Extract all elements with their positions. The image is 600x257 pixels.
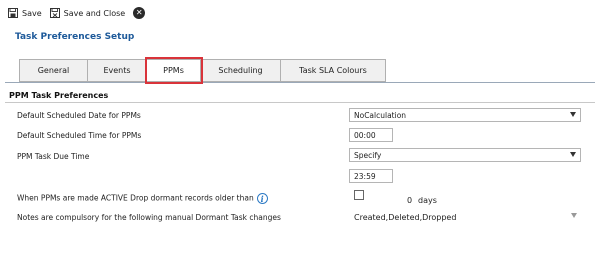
default-time-value: 00:00 xyxy=(354,130,376,140)
dormant-days-count: 0 xyxy=(407,196,413,205)
notes-value: Created,Deleted,Dropped xyxy=(354,212,457,222)
tab-task-sla-colours[interactable]: Task SLA Colours xyxy=(281,59,386,82)
dormant-checkbox[interactable] xyxy=(354,190,364,200)
save-and-close-label: Save and Close xyxy=(63,8,126,18)
default-date-value: NoCalculation xyxy=(354,110,407,120)
chevron-down-icon xyxy=(570,112,576,117)
save-button-label: Save xyxy=(22,8,42,18)
tab-bar: General Events PPMs Scheduling Task SLA … xyxy=(19,59,386,82)
default-date-select[interactable]: NoCalculation xyxy=(349,108,581,122)
default-date-label: Default Scheduled Date for PPMs xyxy=(17,111,141,120)
notes-label: Notes are compulsory for the following m… xyxy=(17,213,281,222)
save-and-close-button[interactable]: Save and Close xyxy=(49,8,126,18)
default-time-input[interactable]: 00:00 xyxy=(349,128,393,142)
page-title: Task Preferences Setup xyxy=(15,32,135,42)
save-button[interactable]: Save xyxy=(8,8,42,18)
due-time-value: Specify xyxy=(354,150,382,160)
save-close-icon xyxy=(49,8,60,18)
tab-events[interactable]: Events xyxy=(88,59,147,82)
due-time-label: PPM Task Due Time xyxy=(17,152,90,161)
tab-ppms[interactable]: PPMs xyxy=(147,59,201,82)
close-icon[interactable]: ✕ xyxy=(133,7,146,19)
tab-general[interactable]: General xyxy=(19,59,88,82)
due-time-time-input[interactable]: 23:59 xyxy=(349,169,393,183)
due-time-select[interactable]: Specify xyxy=(349,148,581,162)
chevron-down-icon xyxy=(570,152,576,157)
default-time-label: Default Scheduled Time for PPMs xyxy=(17,131,142,140)
dormant-days-unit: days xyxy=(418,196,437,205)
dormant-label-text: When PPMs are made ACTIVE Drop dormant r… xyxy=(17,193,254,203)
due-time-time-value: 23:59 xyxy=(354,171,376,181)
section-divider xyxy=(5,102,595,103)
toolbar: Save Save and Close ✕ xyxy=(8,5,146,21)
notes-select[interactable]: Created,Deleted,Dropped xyxy=(349,210,581,224)
info-icon[interactable]: i xyxy=(256,193,268,204)
tab-scheduling[interactable]: Scheduling xyxy=(201,59,281,82)
save-icon xyxy=(8,8,18,18)
chevron-down-icon xyxy=(571,213,577,218)
section-title: PPM Task Preferences xyxy=(9,91,109,100)
tab-content-divider xyxy=(5,82,595,83)
dormant-label: When PPMs are made ACTIVE Drop dormant r… xyxy=(17,193,268,204)
